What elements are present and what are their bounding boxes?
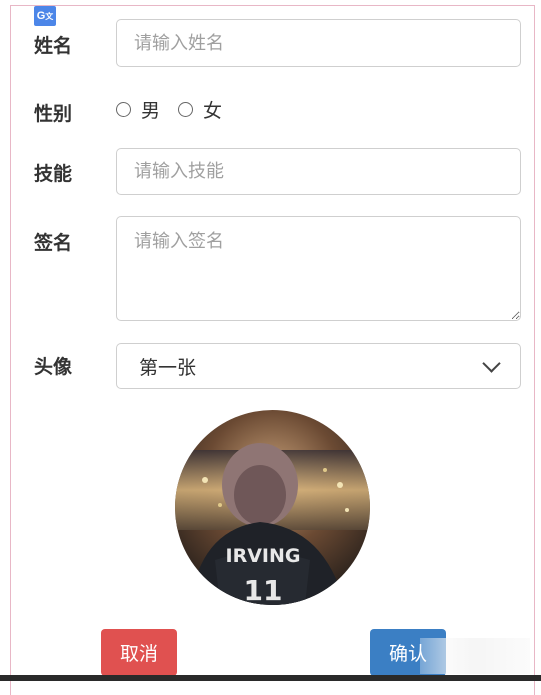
skill-label: 技能 xyxy=(34,163,73,185)
translate-icon[interactable]: G文 xyxy=(34,6,56,26)
avatar-select[interactable]: 第一张 xyxy=(116,343,521,389)
gender-radio-group: 男 女 xyxy=(116,96,240,123)
blur-overlay xyxy=(420,638,530,674)
jersey-number: 11 xyxy=(244,574,283,605)
radio-male[interactable] xyxy=(116,102,131,117)
chevron-down-icon xyxy=(482,354,501,373)
signature-textarea[interactable] xyxy=(116,216,521,321)
name-label: 姓名 xyxy=(34,35,73,57)
radio-female-label: 女 xyxy=(203,100,223,122)
signature-label: 签名 xyxy=(34,232,73,254)
bottom-bar xyxy=(0,675,541,681)
skill-input[interactable] xyxy=(116,148,521,195)
radio-male-label: 男 xyxy=(141,100,161,122)
jersey-name: IRVING xyxy=(226,545,301,567)
avatar-select-value: 第一张 xyxy=(139,356,197,379)
gender-label: 性别 xyxy=(34,103,73,125)
radio-female[interactable] xyxy=(178,102,194,117)
name-input[interactable] xyxy=(116,19,521,67)
cancel-button[interactable]: 取消 xyxy=(101,629,177,676)
avatar-label: 头像 xyxy=(34,356,73,378)
avatar-image: IRVING 11 xyxy=(175,410,370,605)
